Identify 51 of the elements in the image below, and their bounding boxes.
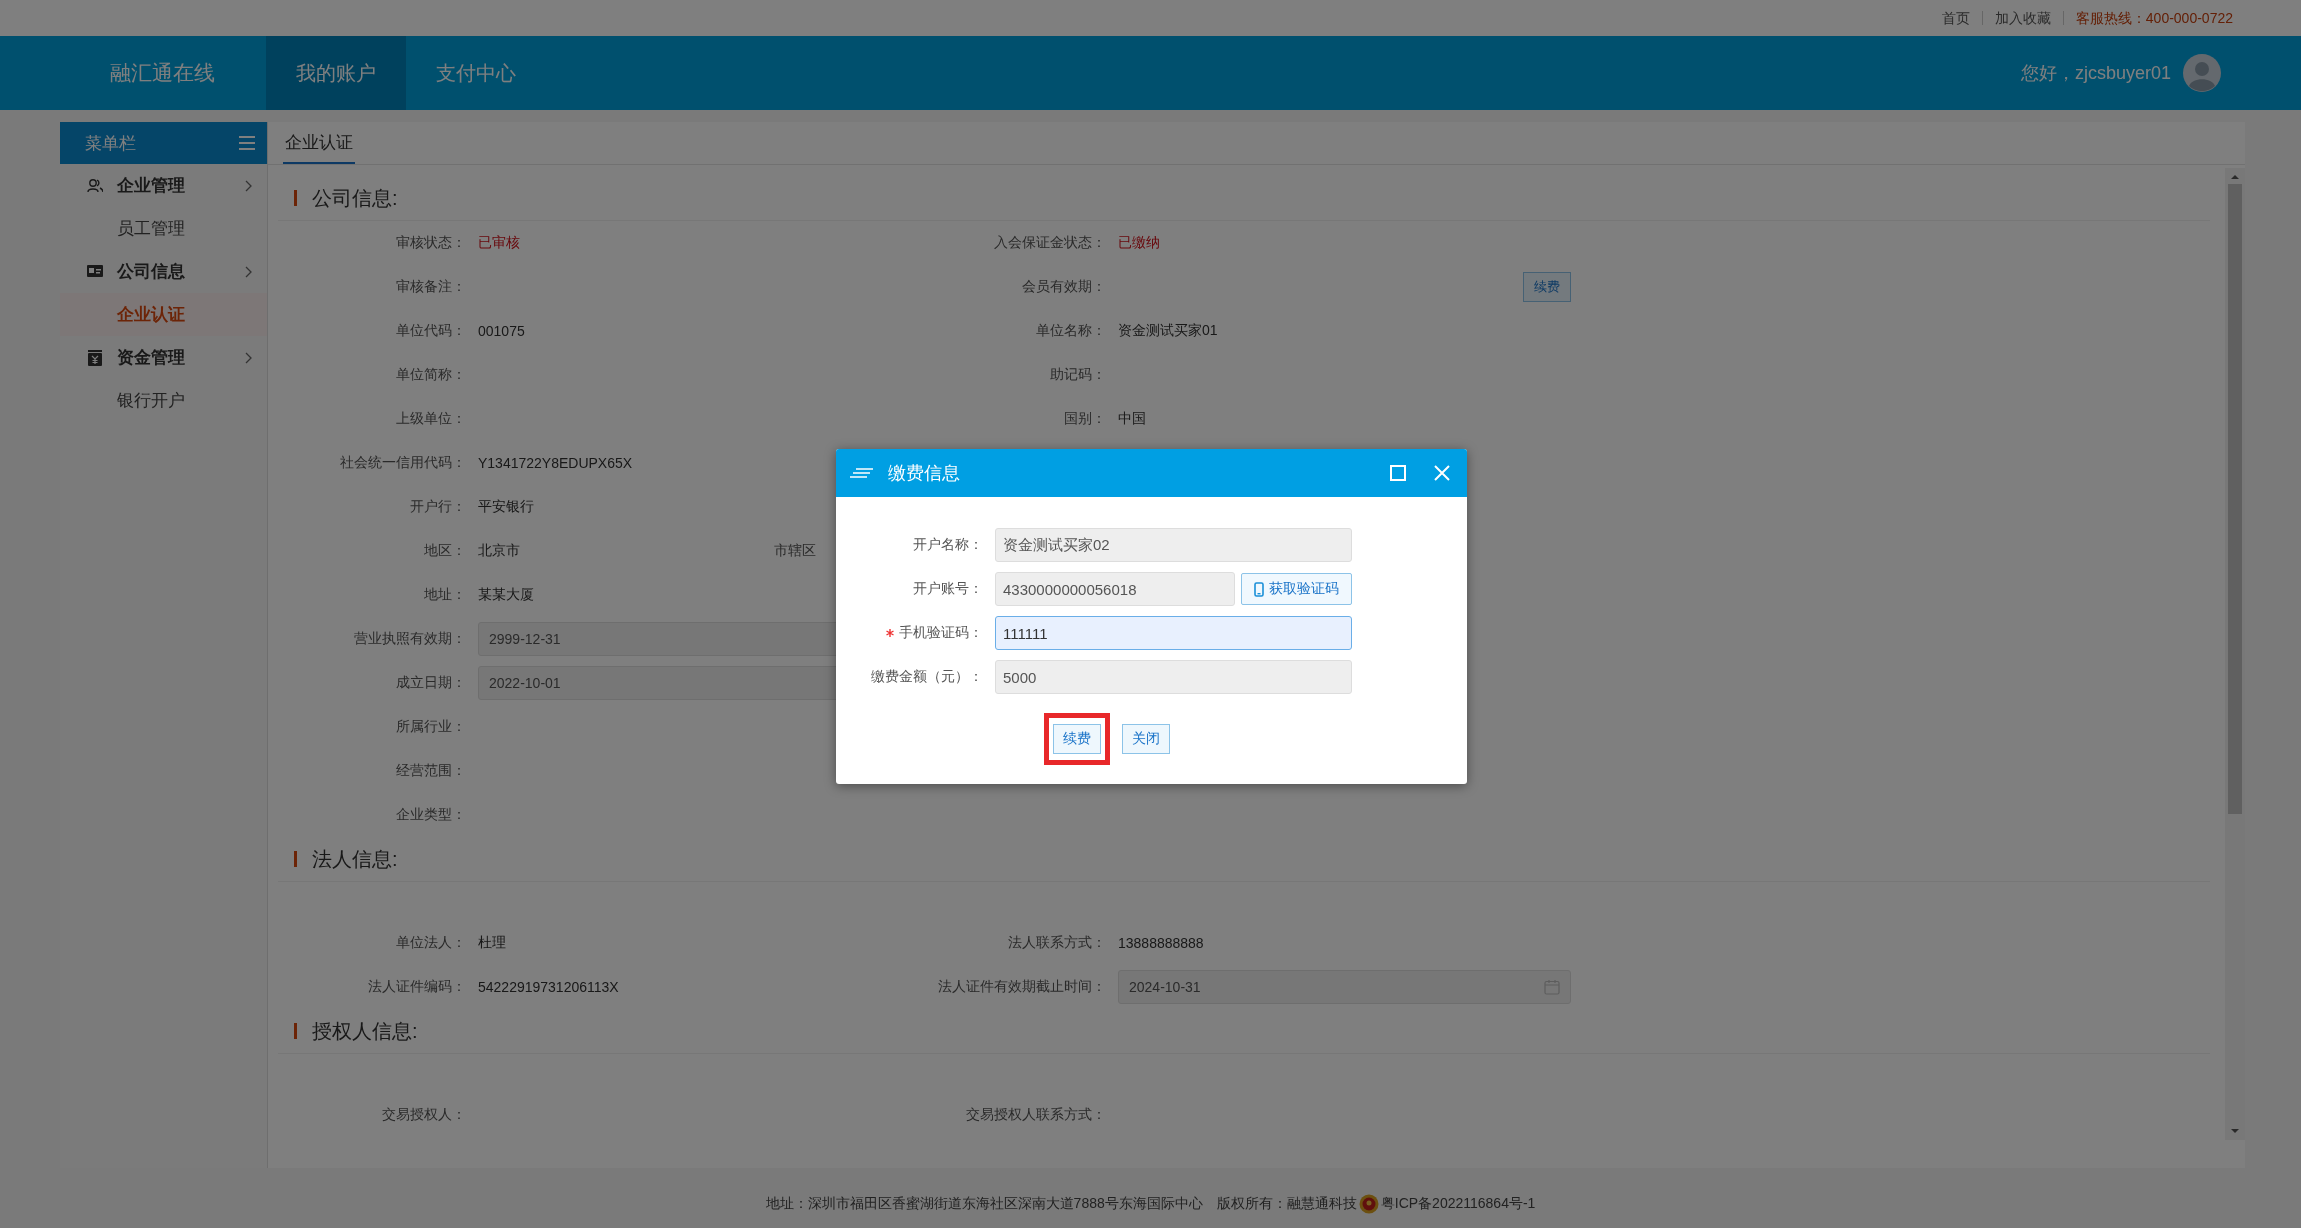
field-label: 单位简称：: [395, 366, 466, 384]
field-value: 北京市: [478, 542, 520, 560]
field-value: 杜理: [478, 934, 506, 952]
field-label: 地址：: [423, 586, 466, 604]
field-label: 入会保证金状态：: [993, 234, 1106, 252]
status-text: 已缴纳: [1118, 234, 1160, 252]
status-text: 已审核: [478, 234, 520, 252]
field-value: 54222919731206113X: [478, 979, 619, 995]
field-label: 社会统一信用代码：: [339, 454, 466, 472]
field-label: 会员有效期：: [1021, 278, 1106, 296]
sidebar-title: 菜单栏: [85, 132, 136, 155]
brand-name: 融汇通在线: [109, 60, 216, 86]
field-value: 中国: [1118, 410, 1146, 428]
field-label: 企业类型：: [395, 806, 466, 824]
field-label: 地区：: [423, 542, 466, 560]
field-value: Y1341722Y8EDUPX65X: [478, 455, 633, 471]
field-value: 001075: [478, 323, 525, 339]
field-label: 国别：: [1063, 410, 1106, 428]
section-title: 法人信息:: [312, 846, 398, 872]
address-text: 地址：深圳市福田区香蜜湖街道东海社区深南大道7888号东海国际中心: [765, 1195, 1203, 1213]
field-value: 资金测试买家01: [1118, 322, 1218, 340]
field-label: 审核状态：: [395, 234, 466, 252]
field-label: 助记码：: [1049, 366, 1106, 384]
field-label: 单位名称：: [1035, 322, 1106, 340]
field-label: 交易授权人：: [381, 1106, 466, 1124]
field-label: 上级单位：: [395, 410, 466, 428]
field-label: 法人证件有效期截止时间：: [937, 978, 1106, 996]
field-label: 营业执照有效期：: [353, 630, 466, 648]
field-value: 某某大厦: [478, 586, 534, 604]
field-label: 法人证件编码：: [367, 978, 466, 996]
section-title: 授权人信息:: [312, 1018, 418, 1044]
field-label: 单位法人：: [395, 934, 466, 952]
icp-text: 粤ICP备2022116864号-1: [1380, 1195, 1536, 1213]
field-value: 13888888888: [1118, 935, 1204, 951]
field-label: 手机验证码：: [899, 624, 983, 642]
copyright-text: 版权所有：融慧通科技: [1216, 1195, 1357, 1213]
field-label: 市辖区: [773, 542, 816, 560]
field-label: 开户行：: [409, 498, 466, 516]
field-label: 单位代码：: [395, 322, 466, 340]
field-label: 交易授权人联系方式：: [965, 1106, 1106, 1124]
dialog-title: 缴费信息: [888, 462, 960, 485]
field-label: 开户账号：: [912, 580, 983, 598]
field-label: 审核备注：: [395, 278, 466, 296]
section-title: 公司信息:: [312, 185, 398, 211]
field-label: 所属行业：: [395, 718, 466, 736]
field-label: 法人联系方式：: [1007, 934, 1106, 952]
field-label: 开户名称：: [912, 536, 983, 554]
field-label: 成立日期：: [395, 674, 466, 692]
field-value: 平安银行: [478, 498, 534, 516]
greeting-text: 您好，zjcsbuyer01: [2020, 62, 2171, 85]
field-label: 经营范围：: [395, 762, 466, 780]
